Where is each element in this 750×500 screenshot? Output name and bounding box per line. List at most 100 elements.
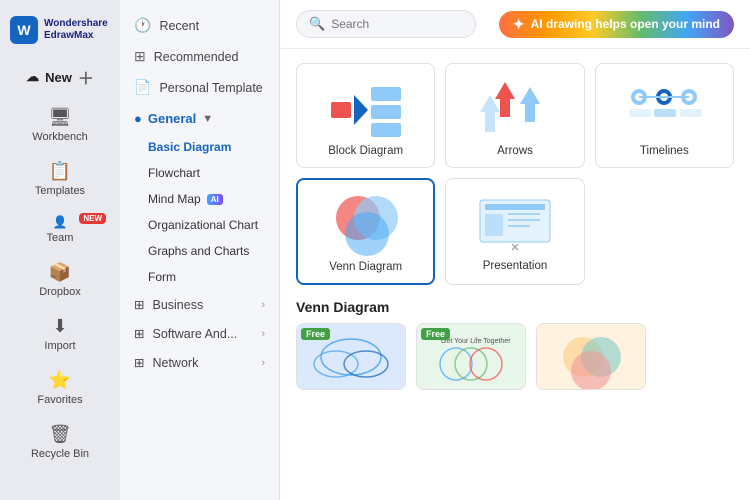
sidebar-item-import[interactable]: ⬇ Import bbox=[6, 308, 114, 360]
general-label: General bbox=[148, 111, 196, 126]
network-item-left: ⊞ Network bbox=[134, 355, 198, 370]
network-icon: ⊞ bbox=[134, 355, 144, 370]
network-label: Network bbox=[152, 356, 198, 370]
mind-map-label: Mind Map bbox=[148, 192, 201, 206]
template-svg-3 bbox=[551, 329, 631, 384]
recycle-icon: 🗑 bbox=[49, 424, 72, 445]
venn-svg bbox=[326, 190, 406, 255]
recommended-label: Recommended bbox=[154, 50, 239, 64]
business-item-left: ⊞ Business bbox=[134, 297, 203, 312]
template-thumb-3 bbox=[537, 324, 645, 389]
team-new-badge: NEW bbox=[79, 213, 106, 224]
timelines-name: Timelines bbox=[640, 145, 689, 157]
recycle-label: Recycle Bin bbox=[31, 448, 89, 460]
new-label: New bbox=[45, 70, 72, 85]
timelines-card[interactable]: Timelines bbox=[595, 63, 734, 168]
main-content: 🔍 ✦ AI drawing helps open your mind bbox=[280, 0, 750, 500]
templates-area: Block Diagram Arrows bbox=[280, 49, 750, 500]
mind-map-item[interactable]: Mind Map AI bbox=[120, 186, 279, 212]
sidebar: W Wondershare EdrawMax ☁ New ＋ 🖥 Workben… bbox=[0, 0, 120, 500]
middle-panel: 🕐 Recent ⊞ Recommended 📄 Personal Templa… bbox=[120, 0, 280, 500]
personal-template-item[interactable]: 📄 Personal Template bbox=[120, 72, 279, 103]
general-chevron-icon: ▼ bbox=[202, 113, 213, 125]
sidebar-item-recycle[interactable]: 🗑 Recycle Bin bbox=[6, 416, 114, 468]
software-item[interactable]: ⊞ Software And... › bbox=[120, 319, 279, 348]
presentation-name: Presentation bbox=[483, 260, 548, 272]
flowchart-item[interactable]: Flowchart bbox=[120, 160, 279, 186]
template-thumb-1: Free bbox=[297, 324, 405, 389]
general-section[interactable]: ● General ▼ bbox=[120, 103, 279, 134]
svg-text:Get Your Life Together: Get Your Life Together bbox=[441, 338, 511, 345]
org-chart-item[interactable]: Organizational Chart bbox=[120, 212, 279, 238]
top-bar: 🔍 ✦ AI drawing helps open your mind bbox=[280, 0, 750, 49]
network-item[interactable]: ⊞ Network › bbox=[120, 348, 279, 377]
software-chevron-icon: › bbox=[261, 328, 265, 340]
dropbox-label: Dropbox bbox=[39, 286, 81, 298]
arrows-name: Arrows bbox=[497, 145, 533, 157]
graphs-charts-item[interactable]: Graphs and Charts bbox=[120, 238, 279, 264]
recommended-icon: ⊞ bbox=[134, 48, 146, 65]
recommended-item[interactable]: ⊞ Recommended bbox=[120, 41, 279, 72]
sidebar-item-workbench[interactable]: 🖥 Workbench bbox=[6, 99, 114, 151]
general-dot: ● bbox=[134, 111, 142, 126]
team-icon: 👤 bbox=[53, 215, 68, 229]
presentation-svg bbox=[475, 192, 555, 252]
ai-banner[interactable]: ✦ AI drawing helps open your mind bbox=[499, 11, 734, 38]
workbench-icon: 🖥 bbox=[49, 107, 72, 128]
recent-item[interactable]: 🕐 Recent bbox=[120, 10, 279, 41]
business-item[interactable]: ⊞ Business › bbox=[120, 290, 279, 319]
ai-star-icon: ✦ bbox=[513, 16, 525, 33]
block-diagram-preview bbox=[321, 74, 411, 139]
free-badge-2: Free bbox=[421, 328, 450, 340]
recent-icon: 🕐 bbox=[134, 17, 151, 34]
new-button[interactable]: ☁ New ＋ bbox=[6, 57, 114, 97]
sidebar-item-favorites[interactable]: ⭐ Favorites bbox=[6, 362, 114, 414]
sidebar-item-dropbox[interactable]: 📦 Dropbox bbox=[6, 254, 114, 306]
software-icon: ⊞ bbox=[134, 326, 144, 341]
diagram-grid: Block Diagram Arrows bbox=[296, 63, 734, 285]
template-row: Free Free Get Your Life Together bbox=[296, 323, 734, 390]
app-logo-text: Wondershare EdrawMax bbox=[44, 18, 108, 42]
team-label: Team bbox=[47, 232, 74, 244]
arrows-preview bbox=[470, 74, 560, 139]
template-card-3[interactable] bbox=[536, 323, 646, 390]
template-card-2[interactable]: Free Get Your Life Together bbox=[416, 323, 526, 390]
timelines-preview bbox=[619, 74, 709, 139]
template-card-1[interactable]: Free bbox=[296, 323, 406, 390]
ai-banner-text: AI drawing helps open your mind bbox=[531, 17, 720, 31]
sidebar-item-templates[interactable]: 📋 Templates bbox=[6, 153, 114, 205]
app-logo-icon: W bbox=[10, 16, 38, 44]
template-thumb-2: Free Get Your Life Together bbox=[417, 324, 525, 389]
recent-label: Recent bbox=[159, 19, 199, 33]
workbench-label: Workbench bbox=[32, 131, 87, 143]
basic-diagram-label: Basic Diagram bbox=[148, 140, 231, 154]
sidebar-item-team[interactable]: 👤 Team NEW bbox=[6, 207, 114, 252]
templates-label: Templates bbox=[35, 185, 85, 197]
form-label: Form bbox=[148, 270, 176, 284]
arrows-card[interactable]: Arrows bbox=[445, 63, 584, 168]
org-chart-label: Organizational Chart bbox=[148, 218, 258, 232]
form-item[interactable]: Form bbox=[120, 264, 279, 290]
ai-badge: AI bbox=[207, 194, 223, 205]
basic-diagram-item[interactable]: Basic Diagram bbox=[120, 134, 279, 160]
search-bar[interactable]: 🔍 bbox=[296, 10, 476, 38]
business-chevron-icon: › bbox=[261, 299, 265, 311]
block-diagram-card[interactable]: Block Diagram bbox=[296, 63, 435, 168]
venn-section-title: Venn Diagram bbox=[296, 299, 734, 315]
venn-diagram-card[interactable]: Venn Diagram bbox=[296, 178, 435, 285]
dropbox-icon: 📦 bbox=[49, 262, 71, 283]
flowchart-label: Flowchart bbox=[148, 166, 200, 180]
graphs-charts-label: Graphs and Charts bbox=[148, 244, 249, 258]
personal-template-icon: 📄 bbox=[134, 79, 151, 96]
block-diagram-name: Block Diagram bbox=[328, 145, 403, 157]
presentation-card[interactable]: Presentation bbox=[445, 178, 584, 285]
logo-area: W Wondershare EdrawMax bbox=[0, 8, 120, 56]
block-diagram-svg bbox=[326, 77, 406, 137]
business-label: Business bbox=[152, 298, 203, 312]
import-icon: ⬇ bbox=[52, 316, 67, 337]
personal-template-label: Personal Template bbox=[159, 81, 262, 95]
plus-icon: ＋ bbox=[78, 65, 94, 89]
search-input[interactable] bbox=[331, 17, 461, 31]
software-item-left: ⊞ Software And... bbox=[134, 326, 237, 341]
new-icon: ☁ bbox=[26, 69, 39, 85]
